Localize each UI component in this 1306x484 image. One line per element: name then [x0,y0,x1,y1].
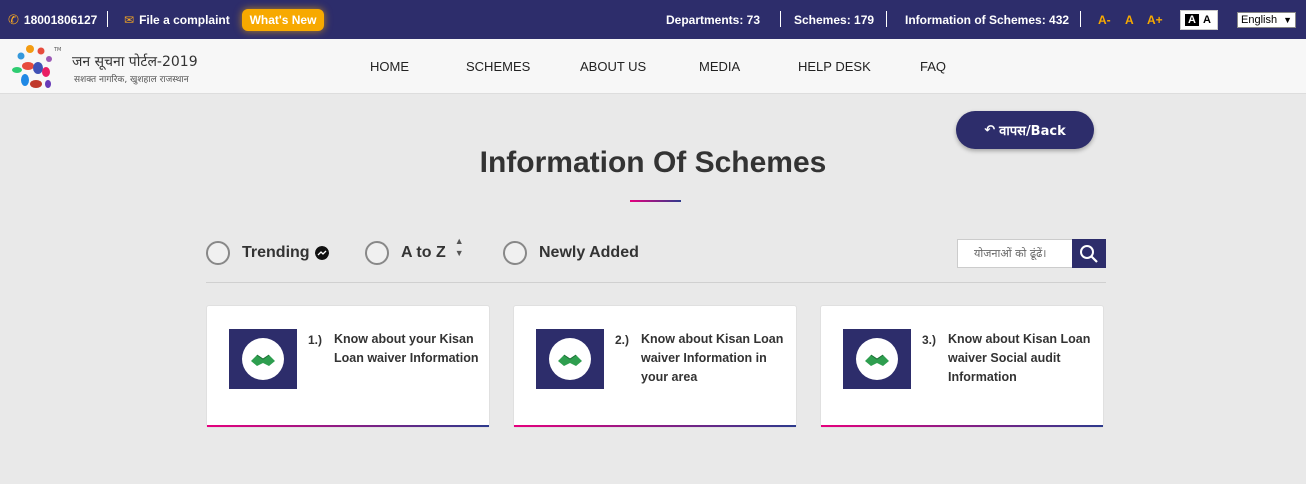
atoz-label: A to Z [401,244,446,261]
font-normal-button[interactable]: A [1125,0,1134,39]
info-schemes-count: Information of Schemes: 432 [905,12,1070,27]
scheme-card[interactable]: 1.) Know about your Kisan Loan waiver In… [206,305,490,428]
nav-help-desk[interactable]: HELP DESK [798,39,871,94]
title-underline [630,200,681,202]
whats-new-button[interactable]: What's New [242,9,324,31]
card-title[interactable]: Know about your Kisan Loan waiver Inform… [334,330,479,368]
trending-label: Trending [242,244,310,261]
site-header: TM जन सूचना पोर्टल-2019 सशक्त नागरिक, खु… [0,39,1306,94]
back-button[interactable]: ↶ वापस/Back [956,111,1094,149]
card-accent-bar [514,425,796,427]
portal-logo-icon[interactable]: TM [8,42,64,92]
helpline-number: 18001806127 [23,12,98,27]
language-select[interactable]: English ▼ [1237,12,1296,28]
handshake-icon [549,338,591,380]
font-increase-button[interactable]: A+ [1147,0,1163,39]
newly-radio[interactable] [503,241,527,265]
filter-a-to-z[interactable]: A to Z ▲ ▼ [365,236,464,266]
scheme-card[interactable]: 3.) Know about Kisan Loan waiver Social … [820,305,1104,428]
logo-subtitle: सशक्त नागरिक, खुशहाल राजस्थान [74,75,189,85]
contrast-light: A [1203,14,1211,26]
card-number: 3.) [922,333,937,347]
card-number: 1.) [308,333,323,347]
handshake-icon [242,338,284,380]
departments-count: Departments: 73 [666,12,761,27]
back-label: वापस/Back [999,124,1066,139]
separator [1080,11,1081,27]
separator [107,11,108,27]
scheme-thumbnail [843,329,911,389]
search-input[interactable]: योजनाओं को ढूंढें। [957,239,1073,268]
sort-arrows-icon[interactable]: ▲ ▼ [455,235,464,259]
separator [780,11,781,27]
nav-schemes[interactable]: SCHEMES [466,39,530,94]
font-decrease-button[interactable]: A- [1098,0,1111,39]
search-button[interactable] [1072,239,1106,268]
phone-icon: ✆ [8,11,19,27]
contrast-dark: A [1185,14,1199,26]
card-accent-bar [821,425,1103,427]
chevron-down-icon: ▼ [1283,15,1292,25]
card-number: 2.) [615,333,630,347]
nav-media[interactable]: MEDIA [699,39,740,94]
filter-trending[interactable]: Trending [206,240,329,266]
card-title[interactable]: Know about Kisan Loan waiver Social audi… [948,330,1093,387]
mail-icon: ✉ [124,12,135,27]
scheme-thumbnail [229,329,297,389]
trending-radio[interactable] [206,241,230,265]
nav-about-us[interactable]: ABOUT US [580,39,646,94]
separator [886,11,887,27]
back-arrow-icon: ↶ [984,122,996,138]
divider [206,282,1106,283]
card-title[interactable]: Know about Kisan Loan waiver Information… [641,330,786,387]
helpline[interactable]: ✆ 18001806127 [8,0,97,39]
logo-tm: TM [53,47,61,53]
scheme-card[interactable]: 2.) Know about Kisan Loan waiver Informa… [513,305,797,428]
nav-faq[interactable]: FAQ [920,39,946,94]
page-title: Information Of Schemes [479,146,827,179]
complaint-label: File a complaint [139,12,230,27]
top-bar: ✆ 18001806127 ✉ File a complaint What's … [0,0,1306,39]
language-value: English [1241,14,1278,26]
schemes-count: Schemes: 179 [794,12,875,27]
handshake-icon [856,338,898,380]
search-icon [1080,244,1098,263]
logo-title: जन सूचना पोर्टल-2019 [72,54,198,70]
atoz-radio[interactable] [365,241,389,265]
filter-newly-added[interactable]: Newly Added [503,240,639,266]
scheme-thumbnail [536,329,604,389]
trending-icon [314,246,329,260]
newly-label: Newly Added [539,244,639,261]
complaint-link[interactable]: ✉ File a complaint [124,0,230,39]
nav-home[interactable]: HOME [370,39,409,94]
card-accent-bar [207,425,489,427]
contrast-toggle[interactable]: A A [1180,10,1218,30]
